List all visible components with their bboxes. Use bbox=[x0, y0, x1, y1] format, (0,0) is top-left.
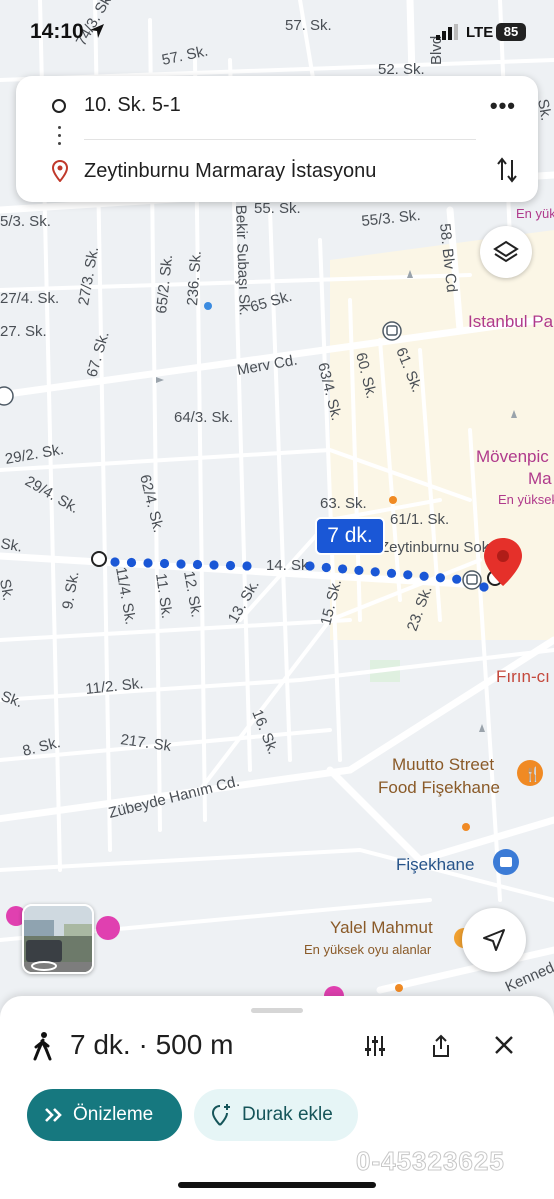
svg-text:Ma: Ma bbox=[528, 469, 552, 488]
route-time-bubble[interactable]: 7 dk. bbox=[315, 517, 385, 555]
status-bar: 14:10 LTE 85 bbox=[0, 0, 554, 64]
route-dot bbox=[354, 565, 364, 576]
swap-icon[interactable] bbox=[496, 156, 518, 184]
drag-handle[interactable] bbox=[251, 1008, 303, 1013]
battery-indicator: 85 bbox=[496, 23, 526, 41]
svg-text:27/4. Sk.: 27/4. Sk. bbox=[0, 290, 59, 307]
divider bbox=[84, 139, 476, 140]
layers-icon bbox=[493, 240, 519, 263]
route-dot bbox=[225, 560, 236, 571]
svg-text:Mövenpic: Mövenpic bbox=[476, 447, 549, 466]
svg-text:5/3. Sk.: 5/3. Sk. bbox=[0, 213, 51, 230]
svg-text:55. Sk.: 55. Sk. bbox=[254, 200, 301, 217]
svg-text:Sk.: Sk. bbox=[0, 535, 24, 556]
more-options-icon[interactable]: ••• bbox=[490, 93, 516, 119]
origin-circle-icon bbox=[52, 99, 66, 113]
route-connector bbox=[58, 126, 61, 150]
destination-pin-icon bbox=[52, 160, 68, 182]
svg-text:En yük: En yük bbox=[516, 206, 554, 221]
route-dot bbox=[242, 561, 252, 571]
status-time: 14:10 bbox=[30, 20, 84, 43]
svg-text:Food Fişekhane: Food Fişekhane bbox=[378, 778, 500, 797]
route-dot bbox=[370, 567, 380, 577]
origin-field[interactable]: 10. Sk. 5-1 bbox=[84, 94, 181, 117]
route-dot bbox=[338, 564, 348, 574]
svg-text:64/3. Sk.: 64/3. Sk. bbox=[174, 409, 233, 426]
preview-button[interactable]: Önizleme bbox=[27, 1089, 182, 1141]
route-dot bbox=[479, 582, 489, 592]
origin-marker bbox=[91, 551, 107, 567]
route-dot bbox=[321, 562, 331, 573]
svg-text:Istanbul Pa: Istanbul Pa bbox=[468, 312, 554, 331]
share-icon[interactable] bbox=[430, 1034, 452, 1058]
svg-text:61/1. Sk.: 61/1. Sk. bbox=[390, 511, 449, 528]
route-dot bbox=[419, 571, 429, 581]
my-location-button[interactable] bbox=[462, 908, 526, 972]
add-stop-button[interactable]: Durak ekle bbox=[194, 1089, 358, 1141]
svg-text:Sk.: Sk. bbox=[0, 578, 17, 602]
street-view-thumbnail[interactable] bbox=[22, 904, 94, 974]
route-dot bbox=[159, 558, 170, 569]
route-dot bbox=[176, 559, 186, 569]
svg-text:🍴: 🍴 bbox=[524, 766, 541, 783]
watermark: 0-45323625 bbox=[356, 1146, 505, 1177]
svg-text:En yüksek: En yüksek bbox=[498, 492, 554, 507]
home-indicator bbox=[178, 1182, 376, 1188]
signal-icon bbox=[436, 24, 458, 40]
add-stop-label: Durak ekle bbox=[242, 1104, 333, 1125]
route-summary: 7 dk. · 500 m bbox=[70, 1029, 234, 1060]
add-location-icon bbox=[211, 1104, 230, 1126]
location-arrow-icon bbox=[90, 24, 104, 38]
svg-text:Muutto Street: Muutto Street bbox=[392, 755, 494, 774]
route-dot bbox=[143, 558, 153, 568]
preview-label: Önizleme bbox=[73, 1104, 154, 1125]
layers-button[interactable] bbox=[480, 226, 532, 278]
svg-text:Fırın-cı: Fırın-cı bbox=[496, 667, 550, 686]
svg-text:Yalel Mahmut: Yalel Mahmut bbox=[330, 918, 433, 937]
svg-text:27. Sk.: 27. Sk. bbox=[0, 323, 47, 340]
navigation-arrow-icon bbox=[483, 929, 505, 951]
svg-text:Fişekhane: Fişekhane bbox=[396, 855, 474, 874]
route-dot bbox=[403, 570, 413, 580]
svg-text:63. Sk.: 63. Sk. bbox=[320, 495, 367, 512]
directions-card: 10. Sk. 5-1 Zeytinburnu Marmaray İstasyo… bbox=[16, 76, 538, 202]
options-icon[interactable] bbox=[364, 1036, 386, 1056]
svg-text:En yüksek oyu alanlar: En yüksek oyu alanlar bbox=[304, 942, 432, 957]
route-dot bbox=[110, 557, 120, 567]
route-dot bbox=[386, 568, 397, 578]
destination-field[interactable]: Zeytinburnu Marmaray İstasyonu bbox=[84, 160, 376, 183]
route-dot bbox=[209, 560, 219, 570]
route-dot bbox=[305, 561, 315, 571]
route-dot bbox=[192, 559, 203, 570]
close-icon[interactable] bbox=[493, 1034, 515, 1056]
route-dot bbox=[126, 557, 137, 568]
network-type: LTE bbox=[466, 24, 494, 41]
bottom-sheet: 7 dk. · 500 m Önizleme Durak ekle 0-4532… bbox=[0, 996, 554, 1199]
double-chevron-icon bbox=[45, 1108, 62, 1122]
route-dot bbox=[435, 573, 445, 583]
walking-icon bbox=[33, 1032, 52, 1061]
route-dot bbox=[452, 574, 462, 584]
